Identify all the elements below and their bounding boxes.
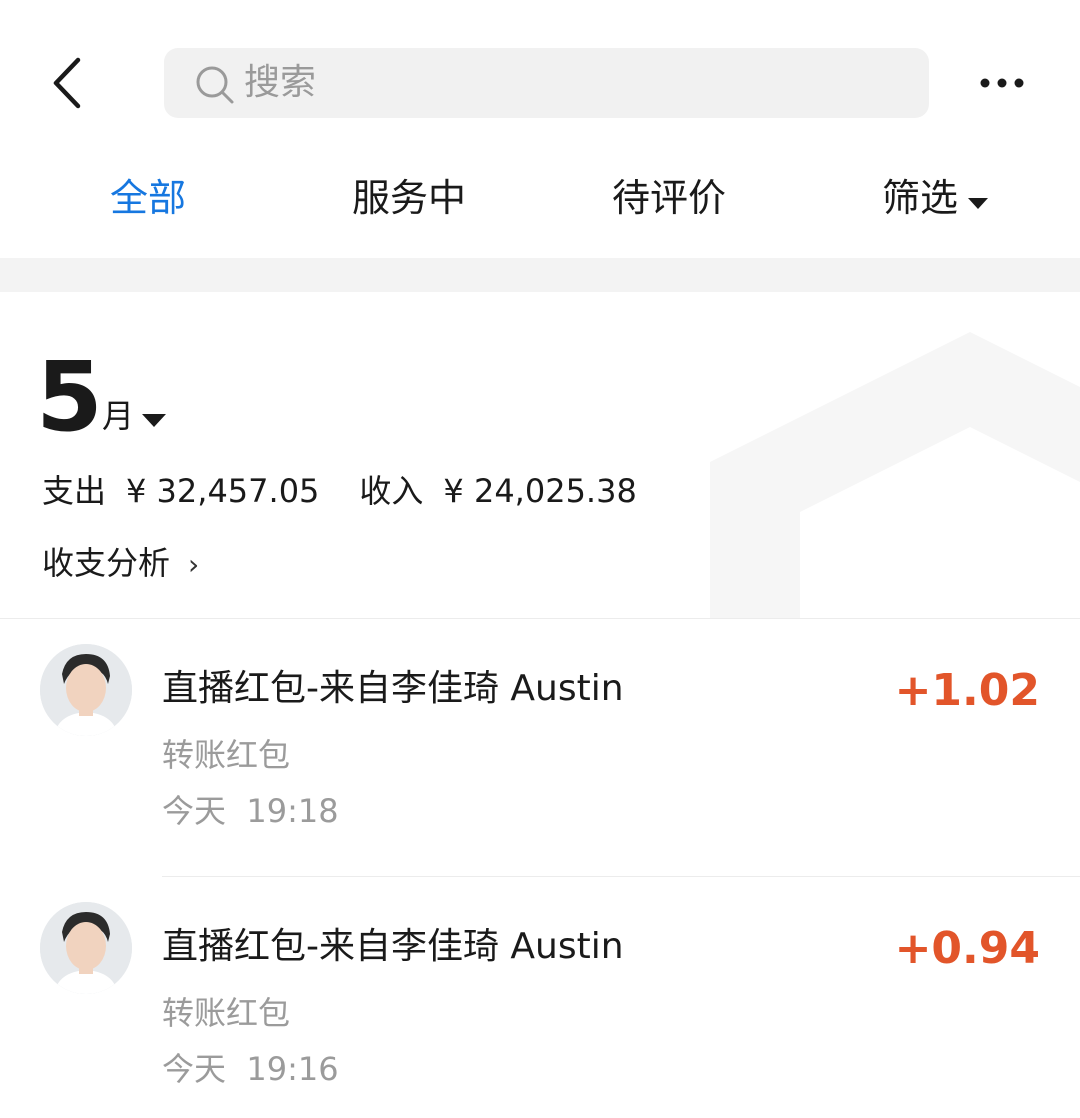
transaction-amount: +1.02 [894,665,1040,716]
person-avatar-icon [40,644,132,736]
search-placeholder: 搜索 [244,62,317,103]
transaction-title: 直播红包-来自李佳琦 Austin [162,668,624,709]
tab-all[interactable]: 全部 [110,172,186,224]
expense-value: ¥ 32,457.05 [126,472,320,510]
chevron-left-icon [53,57,81,109]
month-number: 5 [36,341,103,453]
month-unit-label: 月 [102,397,135,435]
transaction-datetime: 今天 19:16 [162,1048,339,1090]
avatar [40,644,132,736]
transaction-amount: +0.94 [894,923,1040,974]
top-bar: 搜索 [0,0,1080,150]
month-summary-card: 5 月 支出 ¥ 32,457.05 收入 ¥ 24,025.38 收支分析 › [0,292,1080,618]
watermark-logo-icon [710,332,1080,618]
avatar [40,902,132,994]
analysis-label: 收支分析 [42,544,171,582]
month-stats: 支出 ¥ 32,457.05 收入 ¥ 24,025.38 [42,470,657,512]
more-button[interactable] [972,58,1032,108]
more-horizontal-icon [980,78,1024,88]
transaction-row[interactable]: 直播红包-来自李佳琦 Austin 转账红包 今天 19:16 +0.94 [0,878,1080,1118]
divider [0,618,1080,619]
transaction-row[interactable]: 直播红包-来自李佳琦 Austin 转账红包 今天 19:18 +1.02 [0,620,1080,878]
divider [162,876,1080,877]
transaction-day: 今天 [162,1050,227,1088]
tab-bar: 全部 服务中 待评价 筛选 [0,160,1080,240]
search-icon [196,66,234,104]
tab-pending-review[interactable]: 待评价 [612,172,726,224]
transaction-category: 转账红包 [162,736,291,774]
caret-down-icon[interactable] [142,412,166,428]
transaction-title: 直播红包-来自李佳琦 Austin [162,926,624,967]
transaction-category: 转账红包 [162,994,291,1032]
person-avatar-icon [40,902,132,994]
caret-down-icon[interactable] [968,196,988,210]
tab-in-service[interactable]: 服务中 [352,172,466,224]
bill-list-page: 搜索 全部 服务中 待评价 筛选 5 月 支出 ¥ 32,457.05 收入 ¥… [0,0,1080,1118]
transaction-time: 19:16 [246,1050,339,1088]
tab-filter[interactable]: 筛选 [882,172,958,224]
analysis-link[interactable]: 收支分析 › [42,542,199,586]
back-button[interactable] [38,48,98,118]
transaction-day: 今天 [162,792,227,830]
transaction-datetime: 今天 19:18 [162,790,339,832]
search-input[interactable]: 搜索 [164,48,929,118]
income-label: 收入 [359,472,424,510]
transaction-time: 19:18 [246,792,339,830]
section-separator [0,258,1080,292]
expense-label: 支出 [42,472,107,510]
chevron-right-icon: › [188,548,200,581]
income-value: ¥ 24,025.38 [443,472,637,510]
